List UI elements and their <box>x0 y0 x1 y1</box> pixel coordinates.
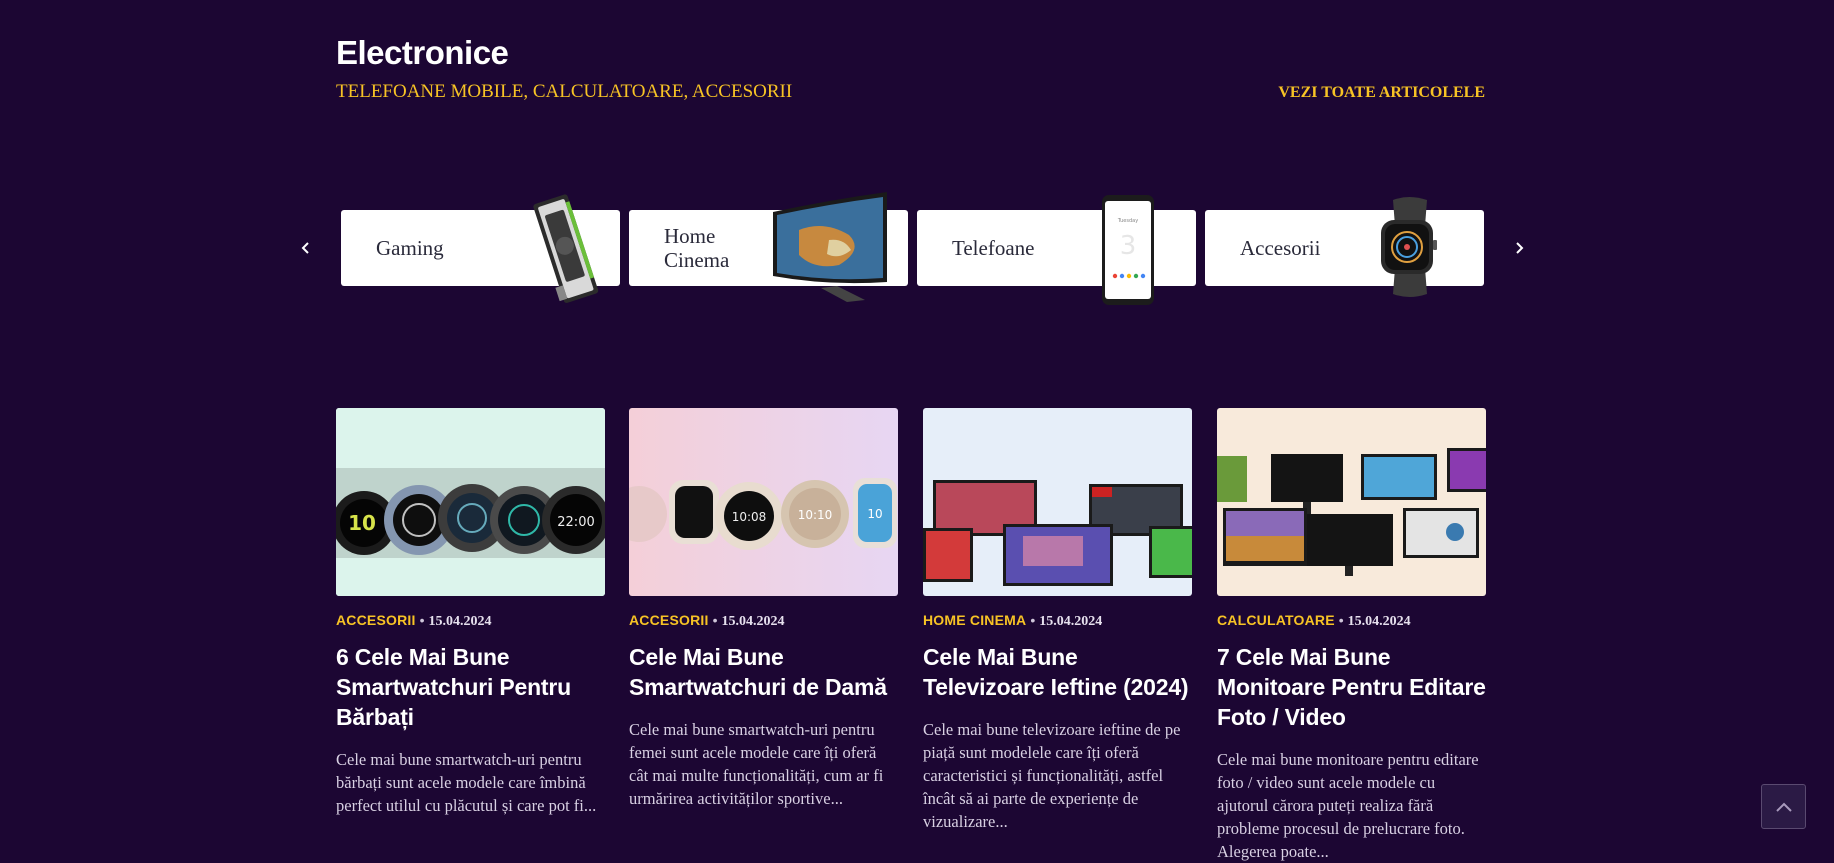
article-date: 15.04.2024 <box>1039 614 1103 629</box>
article-meta: ACCESORII • 15.04.2024 <box>336 612 492 629</box>
subcategory-link-calculatoare[interactable]: CALCULATOARE <box>533 81 684 102</box>
category-card-label: Gaming <box>376 235 444 260</box>
article-card[interactable]: 10 22:00 ACCESORII • 15.04.2024 6 Cele Mai… <box>336 408 605 817</box>
svg-text:3: 3 <box>1120 231 1137 261</box>
smartwatch-image <box>1381 197 1437 297</box>
article-title[interactable]: 6 Cele Mai Bune Smartwatchuri Pentru Băr… <box>336 642 605 732</box>
article-excerpt: Cele mai bune televizoare ieftine de pe … <box>923 720 1181 831</box>
graphics-card-image <box>533 194 599 303</box>
article-category[interactable]: ACCESORII <box>336 612 416 628</box>
view-all-articles-link[interactable]: VEZI TOATE ARTICOLELE <box>1278 84 1485 102</box>
article-image-cheap-tvs[interactable] <box>923 408 1192 596</box>
article-category[interactable]: HOME CINEMA <box>923 612 1026 628</box>
smartphone-image: Tuesday 3 <box>1102 195 1154 305</box>
scroll-to-top-button[interactable] <box>1761 784 1806 829</box>
article-image-monitors[interactable] <box>1217 408 1486 596</box>
article-date: 15.04.2024 <box>428 614 492 629</box>
svg-text:10: 10 <box>348 511 376 535</box>
article-excerpt: Cele mai bune smartwatch-uri pentru feme… <box>629 720 884 808</box>
svg-text:10:10: 10:10 <box>798 508 833 522</box>
subcategory-list: TELEFOANE MOBILE, CALCULATOARE, ACCESORI… <box>336 81 793 102</box>
category-carousel: Gaming Home Cinema Telefoane Tuesday 3 A… <box>341 190 1485 310</box>
article-title[interactable]: Cele Mai Bune Televizoare Ieftine (2024) <box>923 642 1192 702</box>
category-card-accesorii[interactable]: Accesorii <box>1205 197 1484 297</box>
svg-text:10:08: 10:08 <box>732 510 767 524</box>
category-card-gaming[interactable]: Gaming <box>341 194 620 303</box>
article-card[interactable]: HOME CINEMA • 15.04.2024 Cele Mai Bune Tel… <box>923 408 1192 833</box>
article-card[interactable]: 10:08 10:10 10 ACCESORII • 15.04.2024 Cele… <box>629 408 898 810</box>
category-card-label: Accesorii <box>1240 235 1321 260</box>
subcategory-link-telefoane[interactable]: TELEFOANE MOBILE <box>336 81 523 102</box>
article-meta: HOME CINEMA • 15.04.2024 <box>923 612 1103 629</box>
category-card-telefoane[interactable]: Telefoane Tuesday 3 <box>917 195 1196 305</box>
article-date: 15.04.2024 <box>1347 614 1411 629</box>
article-meta: ACCESORII • 15.04.2024 <box>629 612 785 629</box>
article-date: 15.04.2024 <box>721 614 785 629</box>
article-category[interactable]: CALCULATOARE <box>1217 612 1335 628</box>
article-excerpt: Cele mai bune monitoare pentru editare f… <box>1217 750 1479 861</box>
chevron-up-icon <box>1775 802 1792 812</box>
article-title[interactable]: Cele Mai Bune Smartwatchuri de Damă <box>629 642 898 702</box>
article-meta: CALCULATOARE • 15.04.2024 <box>1217 612 1411 629</box>
article-category[interactable]: ACCESORII <box>629 612 709 628</box>
svg-text:22:00: 22:00 <box>557 515 594 530</box>
subcategory-link-accesorii[interactable]: ACCESORII <box>692 81 792 102</box>
chevron-right-icon[interactable] <box>1514 237 1524 259</box>
article-title[interactable]: 7 Cele Mai Bune Monitoare Pentru Editare… <box>1217 642 1486 732</box>
article-excerpt: Cele mai bune smartwatch-uri pentru bărb… <box>336 750 597 815</box>
svg-text:Tuesday: Tuesday <box>1117 218 1138 224</box>
section-title: Electronice <box>336 34 509 71</box>
chevron-left-icon[interactable] <box>301 237 311 259</box>
svg-text:10: 10 <box>867 507 882 521</box>
curved-tv-image <box>773 192 887 302</box>
article-card[interactable]: CALCULATOARE • 15.04.2024 7 Cele Mai Bune … <box>1217 408 1486 863</box>
category-card-label: Home Cinema <box>664 223 730 272</box>
category-card-home-cinema[interactable]: Home Cinema <box>629 192 908 302</box>
article-image-women-smartwatches[interactable]: 10:08 10:10 10 <box>629 408 898 596</box>
category-card-label: Telefoane <box>952 235 1035 260</box>
article-image-men-smartwatches[interactable]: 10 22:00 <box>336 408 605 596</box>
